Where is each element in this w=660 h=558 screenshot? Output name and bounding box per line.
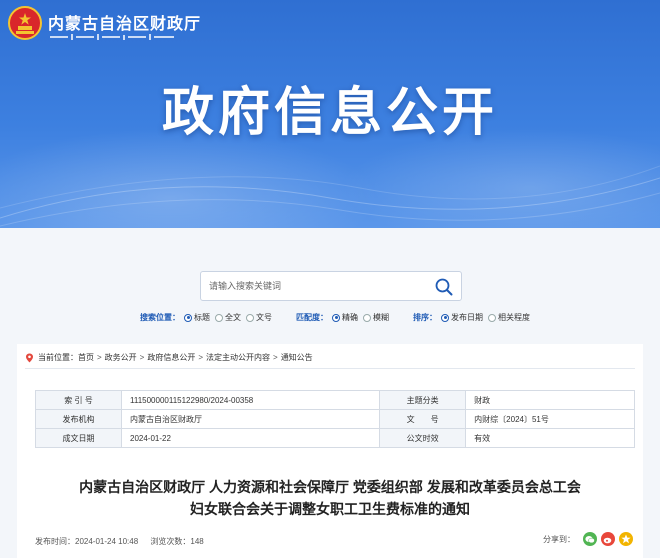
radio-label: 发布日期 (451, 313, 483, 322)
meta-key: 公文时效 (379, 428, 467, 448)
publish-time: 发布时间：2024-01-24 10:48 (35, 537, 139, 546)
radio-dot[interactable] (246, 313, 254, 322)
radio-date[interactable]: 发布日期 (441, 312, 483, 323)
national-emblem-icon[interactable] (8, 6, 42, 40)
meta-key: 发布机构 (35, 409, 122, 429)
banner-decoration (0, 165, 660, 227)
radio-dot[interactable] (488, 313, 496, 322)
meta-key: 索 引 号 (35, 390, 122, 410)
meta-value: 内蒙古自治区财政厅 (120, 409, 381, 429)
breadcrumb-separator: > (97, 353, 102, 362)
publish-info: 发布时间：2024-01-24 10:48 浏览次数：148 (35, 536, 214, 547)
table-row: 索 引 号 11150000011512298​0/2024-00358 主题分… (35, 390, 635, 410)
document-meta-table: 索 引 号 11150000011512298​0/2024-00358 主题分… (35, 390, 635, 448)
radio-label: 标题 (194, 313, 210, 322)
document-title-line1: 内蒙古自治区财政厅 人力资源和社会保障厅 党委组织部 发展和改革委员会总工会 (79, 479, 581, 495)
share-label: 分享到： (543, 534, 575, 544)
meta-value: 11150000011512298​0/2024-00358 (120, 390, 381, 410)
breadcrumb: 当前位置： 首页 > 政务公开 > 政府信息公开 > 法定主动公开内容 > 通知… (25, 352, 313, 363)
radio-dot[interactable] (332, 313, 340, 322)
meta-value: 财政 (465, 390, 635, 410)
meta-value: 有效 (465, 428, 635, 448)
breadcrumb-notices[interactable]: 通知公告 (281, 352, 313, 363)
document-title-line2: 妇女联合会关于调整女职工卫生费标准的通知 (190, 501, 470, 517)
filter-position: 搜索位置： 标题 全文 文号 (140, 312, 277, 323)
search-box (200, 271, 462, 301)
document-title: 内蒙古自治区财政厅 人力资源和社会保障厅 党委组织部 发展和改革委员会总工会 妇… (17, 476, 643, 520)
radio-label: 模糊 (373, 313, 389, 322)
breadcrumb-statutory[interactable]: 法定主动公开内容 (206, 352, 270, 363)
filter-label: 搜索位置： (140, 313, 180, 322)
meta-key: 成文日期 (35, 428, 122, 448)
filter-sort: 排序： 发布日期 相关程度 (413, 312, 535, 323)
meta-value: 内财综〔2024〕51号 (465, 409, 635, 429)
meta-value: 2024-01-22 (120, 428, 381, 448)
banner-title: 政府信息公开 (161, 84, 498, 142)
breadcrumb-separator: > (198, 353, 204, 362)
share-bar: 分享到： (543, 532, 633, 546)
radio-docno[interactable]: 文号 (246, 312, 272, 323)
meta-key: 文 号 (379, 409, 467, 429)
radio-relevance[interactable]: 相关程度 (488, 312, 530, 323)
mongolian-script-logo (50, 34, 174, 40)
breadcrumb-separator: > (273, 353, 278, 362)
radio-label: 全文 (225, 313, 241, 322)
location-pin-icon (26, 353, 33, 362)
qzone-icon[interactable] (619, 532, 633, 546)
meta-key: 主题分类 (379, 390, 467, 410)
radio-dot[interactable] (363, 313, 371, 322)
view-count: 浏览次数：148 (150, 537, 204, 546)
filter-label: 排序： (413, 313, 437, 322)
table-row: 发布机构 内蒙古自治区财政厅 文 号 内财综〔2024〕51号 (35, 409, 635, 429)
breadcrumb-divider (25, 368, 635, 369)
radio-dot[interactable] (441, 313, 449, 322)
radio-label: 相关程度 (498, 313, 530, 322)
filter-match: 匹配度： 精确 模糊 (296, 312, 394, 323)
breadcrumb-separator: > (139, 353, 145, 362)
header-banner: 内蒙古自治区财政厅 政府信息公开 (0, 0, 660, 228)
search-filters: 搜索位置： 标题 全文 文号 匹配度： 精确 模糊 排序： 发布日期 相关程度 (0, 312, 660, 326)
weibo-icon[interactable] (601, 532, 615, 546)
breadcrumb-info-disclosure[interactable]: 政府信息公开 (147, 352, 195, 363)
search-input[interactable] (209, 272, 429, 300)
breadcrumb-home[interactable]: 首页 (78, 352, 94, 363)
radio-fulltext[interactable]: 全文 (215, 312, 241, 323)
search-icon[interactable] (435, 278, 453, 296)
radio-label: 文号 (256, 313, 272, 322)
filter-label: 匹配度： (296, 313, 328, 322)
table-row: 成文日期 2024-01-22 公文时效 有效 (35, 428, 635, 448)
radio-fuzzy[interactable]: 模糊 (363, 312, 389, 323)
breadcrumb-prefix: 当前位置： (38, 353, 78, 362)
radio-label: 精确 (342, 313, 358, 322)
breadcrumb-gov-affairs[interactable]: 政务公开 (105, 352, 137, 363)
radio-exact[interactable]: 精确 (332, 312, 358, 323)
site-name[interactable]: 内蒙古自治区财政厅 (48, 10, 201, 34)
wechat-icon[interactable] (583, 532, 597, 546)
content-card: 当前位置： 首页 > 政务公开 > 政府信息公开 > 法定主动公开内容 > 通知… (17, 344, 643, 558)
radio-dot[interactable] (215, 313, 223, 322)
radio-dot[interactable] (184, 313, 192, 322)
radio-title[interactable]: 标题 (184, 312, 210, 323)
